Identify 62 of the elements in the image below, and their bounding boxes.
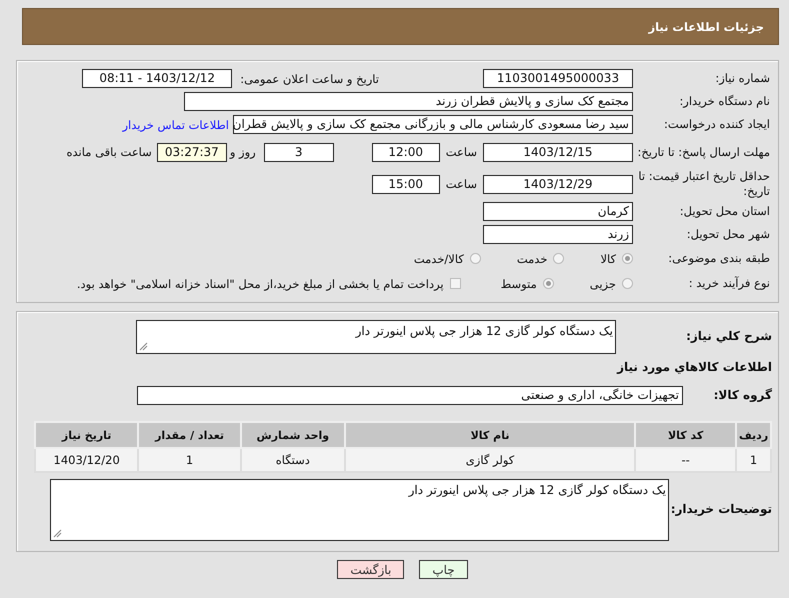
radio-button[interactable] xyxy=(470,253,481,264)
resize-grip-icon[interactable] xyxy=(139,342,148,351)
field-label: نام دستگاه خریدار: xyxy=(678,94,770,109)
table-cell: کولر گازی xyxy=(344,448,636,472)
table-cell: -- xyxy=(635,448,736,472)
goods-group-field: تجهیزات خانگی، اداری و صنعتی xyxy=(137,386,683,405)
deadline-date-field: 1403/12/15 xyxy=(483,142,633,162)
field-label: حداقل تاریخ اعتبار قیمت: تا تاریخ: xyxy=(637,169,770,199)
province-field: کرمان xyxy=(483,202,633,221)
field-label: شهر محل تحویل: xyxy=(686,227,770,242)
resize-grip-icon[interactable] xyxy=(53,529,62,538)
radio-label: کالا/خدمت xyxy=(414,252,464,266)
validity-date-field: 1403/12/29 xyxy=(483,174,633,194)
radio-label: کالا xyxy=(600,252,616,266)
table-cell: دستگاه xyxy=(240,448,345,472)
back-button[interactable]: بازگشت xyxy=(337,560,404,579)
field-label: ساعت باقی مانده xyxy=(66,145,152,159)
table-cell: 1403/12/20 xyxy=(35,448,138,472)
table-cell: 1 xyxy=(736,448,771,472)
page-title: جزئیات اطلاعات نیاز xyxy=(648,20,764,34)
checkbox[interactable] xyxy=(450,278,461,289)
city-field: زرند xyxy=(483,225,633,244)
checkbox-label: پرداخت تمام یا بخشی از مبلغ خرید،از محل "اسناد خزانه اسلامی" خواهد بود. xyxy=(76,276,444,290)
field-label: استان محل تحویل: xyxy=(678,204,770,219)
radio-label: جزیی xyxy=(590,276,616,290)
column-header: کد کالا xyxy=(635,422,736,448)
radio-label: متوسط xyxy=(500,276,537,290)
days-field: 3 xyxy=(264,142,334,162)
field-label: نوع فرآیند خرید : xyxy=(688,276,770,291)
field-label: ساعت xyxy=(446,177,477,191)
field-label: شماره نیاز: xyxy=(714,71,770,86)
radio-button[interactable] xyxy=(622,278,633,289)
radio-button[interactable] xyxy=(542,278,554,289)
field-label: ساعت xyxy=(446,145,477,159)
field-label: مهلت ارسال پاسخ: تا تاریخ: xyxy=(636,144,770,160)
field-label: روز و xyxy=(230,145,256,159)
remaining-time-field: 03:27:37 xyxy=(156,142,227,162)
print-button[interactable]: چاپ xyxy=(419,560,468,579)
field-label: شرح کلي نياز: xyxy=(685,329,772,345)
column-header: تعداد / مقدار xyxy=(138,422,241,448)
buyer-org-field: مجتمع کک سازی و پالایش قطران زرند xyxy=(184,92,633,111)
radio-button[interactable] xyxy=(622,253,633,264)
field-label: طبقه بندی موضوعی: xyxy=(667,251,770,266)
summary-field[interactable]: یک دستگاه کولر گازی 12 هزار جی پلاس اینورتر دار xyxy=(136,320,616,354)
column-header: نام کالا xyxy=(344,422,636,448)
table-cell: 1 xyxy=(138,448,241,472)
section-heading: اطلاعات کالاهاي مورد نياز xyxy=(616,360,772,374)
radio-label: خدمت xyxy=(516,252,548,266)
buyer-notes-field[interactable]: یک دستگاه کولر گازی 12 هزار جی پلاس اینورتر دار xyxy=(50,479,669,541)
need-number-field: 1103001495000033 xyxy=(483,69,633,88)
radio-button[interactable] xyxy=(553,253,564,264)
field-label: ایجاد کننده درخواست: xyxy=(663,117,770,132)
field-label: گروه کالا: xyxy=(712,388,772,404)
column-header: تاریخ نیاز xyxy=(35,422,138,448)
contact-link[interactable]: اطلاعات تماس خریدار xyxy=(122,118,229,132)
column-header: ردیف xyxy=(736,422,771,448)
field-label: تاریخ و ساعت اعلان عمومی: xyxy=(240,72,379,86)
announce-date-field: 1403/12/12 - 08:11 xyxy=(82,69,232,88)
field-label: توضیحات خریدار: xyxy=(670,502,772,518)
validity-time-field: 15:00 xyxy=(372,174,440,194)
column-header: واحد شمارش xyxy=(240,422,345,448)
deadline-time-field: 12:00 xyxy=(372,142,440,162)
